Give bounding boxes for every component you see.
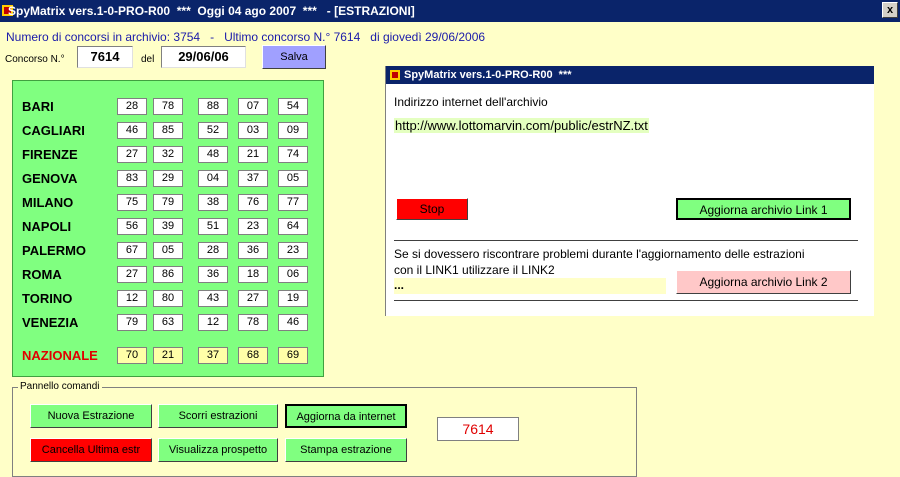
drawn-number[interactable]: 75 bbox=[117, 194, 147, 211]
archive-url-field[interactable]: http://www.lottomarvin.com/public/estrNZ… bbox=[394, 118, 649, 133]
del-label: del bbox=[141, 54, 155, 65]
drawn-number[interactable]: 36 bbox=[198, 266, 228, 283]
drawn-number[interactable]: 43 bbox=[198, 290, 228, 307]
concorso-input[interactable]: 7614 bbox=[77, 46, 133, 68]
print-extraction-button[interactable]: Stampa estrazione bbox=[285, 438, 407, 462]
drawn-number[interactable]: 63 bbox=[153, 314, 183, 331]
popup-titlebar: SpyMatrix vers.1-0-PRO-R00 *** bbox=[386, 66, 874, 84]
close-button[interactable]: x bbox=[882, 2, 898, 18]
drawn-number[interactable]: 79 bbox=[153, 194, 183, 211]
drawn-number[interactable]: 23 bbox=[278, 242, 308, 259]
date-input[interactable]: 29/06/06 bbox=[161, 46, 246, 68]
drawn-number[interactable]: 79 bbox=[117, 314, 147, 331]
extractions-panel: BARI 28 78 88 07 54 CAGLIARI 46 85 52 03 09 FIRENZE 2… bbox=[12, 80, 324, 377]
wheel-name: VENEZIA bbox=[22, 315, 79, 330]
drawn-number[interactable]: 37 bbox=[198, 347, 228, 364]
archive-info: Numero di concorsi in archivio: 3754 - U… bbox=[6, 30, 486, 44]
update-link2-button[interactable]: Aggiorna archivio Link 2 bbox=[676, 270, 851, 294]
app-icon bbox=[390, 70, 400, 80]
wheel-name: BARI bbox=[22, 99, 54, 114]
drawn-number[interactable]: 54 bbox=[278, 98, 308, 115]
drawn-number[interactable]: 27 bbox=[117, 266, 147, 283]
wheel-name: TORINO bbox=[22, 291, 73, 306]
drawn-number[interactable]: 09 bbox=[278, 122, 308, 139]
wheel-name: ROMA bbox=[22, 267, 62, 282]
wheel-name: MILANO bbox=[22, 195, 74, 210]
drawn-number[interactable]: 74 bbox=[278, 146, 308, 163]
drawn-number[interactable]: 39 bbox=[153, 218, 183, 235]
stop-button[interactable]: Stop bbox=[396, 198, 468, 220]
drawn-number[interactable]: 68 bbox=[238, 347, 268, 364]
drawn-number[interactable]: 03 bbox=[238, 122, 268, 139]
drawn-number[interactable]: 78 bbox=[238, 314, 268, 331]
new-extraction-button[interactable]: Nuova Estrazione bbox=[30, 404, 152, 428]
archive-address-label: Indirizzo internet dell'archivio bbox=[394, 95, 548, 109]
status-field: ... bbox=[394, 278, 666, 294]
drawn-number[interactable]: 21 bbox=[238, 146, 268, 163]
drawn-number[interactable]: 88 bbox=[198, 98, 228, 115]
delete-last-extraction-button[interactable]: Cancella Ultima estr bbox=[30, 438, 152, 462]
commands-panel-label: Pannello comandi bbox=[18, 381, 102, 392]
update-link1-button[interactable]: Aggiorna archivio Link 1 bbox=[676, 198, 851, 220]
drawn-number[interactable]: 46 bbox=[278, 314, 308, 331]
save-button[interactable]: Salva bbox=[262, 45, 326, 69]
drawn-number[interactable]: 69 bbox=[278, 347, 308, 364]
popup-title: SpyMatrix vers.1-0-PRO-R00 *** bbox=[404, 69, 572, 81]
drawn-number[interactable]: 36 bbox=[238, 242, 268, 259]
drawn-number[interactable]: 46 bbox=[117, 122, 147, 139]
drawn-number[interactable]: 19 bbox=[278, 290, 308, 307]
drawn-number[interactable]: 76 bbox=[238, 194, 268, 211]
drawn-number[interactable]: 05 bbox=[153, 242, 183, 259]
drawn-number[interactable]: 80 bbox=[153, 290, 183, 307]
drawn-number[interactable]: 06 bbox=[278, 266, 308, 283]
wheel-name: GENOVA bbox=[22, 171, 78, 186]
drawn-number[interactable]: 32 bbox=[153, 146, 183, 163]
drawn-number[interactable]: 05 bbox=[278, 170, 308, 187]
drawn-number[interactable]: 51 bbox=[198, 218, 228, 235]
drawn-number[interactable]: 27 bbox=[117, 146, 147, 163]
notice-text-line2: con il LINK1 utilizzare il LINK2 bbox=[394, 263, 555, 277]
drawn-number[interactable]: 48 bbox=[198, 146, 228, 163]
drawn-number[interactable]: 29 bbox=[153, 170, 183, 187]
drawn-number[interactable]: 07 bbox=[238, 98, 268, 115]
window-title: SpyMatrix vers.1-0-PRO-R00 *** Oggi 04 a… bbox=[8, 4, 415, 18]
drawn-number[interactable]: 56 bbox=[117, 218, 147, 235]
drawn-number[interactable]: 38 bbox=[198, 194, 228, 211]
wheel-name: CAGLIARI bbox=[22, 123, 85, 138]
drawn-number[interactable]: 28 bbox=[117, 98, 147, 115]
drawn-number[interactable]: 77 bbox=[278, 194, 308, 211]
drawn-number[interactable]: 21 bbox=[153, 347, 183, 364]
drawn-number[interactable]: 52 bbox=[198, 122, 228, 139]
divider bbox=[394, 300, 858, 301]
drawn-number[interactable]: 37 bbox=[238, 170, 268, 187]
drawn-number[interactable]: 78 bbox=[153, 98, 183, 115]
drawn-number[interactable]: 04 bbox=[198, 170, 228, 187]
drawn-number[interactable]: 64 bbox=[278, 218, 308, 235]
drawn-number[interactable]: 86 bbox=[153, 266, 183, 283]
wheel-name: NAZIONALE bbox=[22, 348, 98, 363]
wheel-name: PALERMO bbox=[22, 243, 87, 258]
update-popup: SpyMatrix vers.1-0-PRO-R00 *** Indirizzo… bbox=[385, 66, 874, 316]
window-titlebar: SpyMatrix vers.1-0-PRO-R00 *** Oggi 04 a… bbox=[0, 0, 900, 22]
drawn-number[interactable]: 70 bbox=[117, 347, 147, 364]
drawn-number[interactable]: 18 bbox=[238, 266, 268, 283]
drawn-number[interactable]: 12 bbox=[117, 290, 147, 307]
divider bbox=[394, 240, 858, 241]
drawn-number[interactable]: 67 bbox=[117, 242, 147, 259]
drawn-number[interactable]: 27 bbox=[238, 290, 268, 307]
notice-text-line1: Se si dovessero riscontrare problemi dur… bbox=[394, 247, 805, 261]
drawn-number[interactable]: 85 bbox=[153, 122, 183, 139]
concorso-label: Concorso N.° bbox=[5, 54, 65, 65]
drawn-number[interactable]: 83 bbox=[117, 170, 147, 187]
drawn-number[interactable]: 12 bbox=[198, 314, 228, 331]
view-summary-button[interactable]: Visualizza prospetto bbox=[158, 438, 278, 462]
scroll-extractions-button[interactable]: Scorri estrazioni bbox=[158, 404, 278, 428]
wheel-name: NAPOLI bbox=[22, 219, 72, 234]
commands-panel bbox=[12, 387, 637, 477]
contest-counter: 7614 bbox=[437, 417, 519, 441]
drawn-number[interactable]: 23 bbox=[238, 218, 268, 235]
wheel-name: FIRENZE bbox=[22, 147, 78, 162]
drawn-number[interactable]: 28 bbox=[198, 242, 228, 259]
update-from-internet-button[interactable]: Aggiorna da internet bbox=[285, 404, 407, 428]
